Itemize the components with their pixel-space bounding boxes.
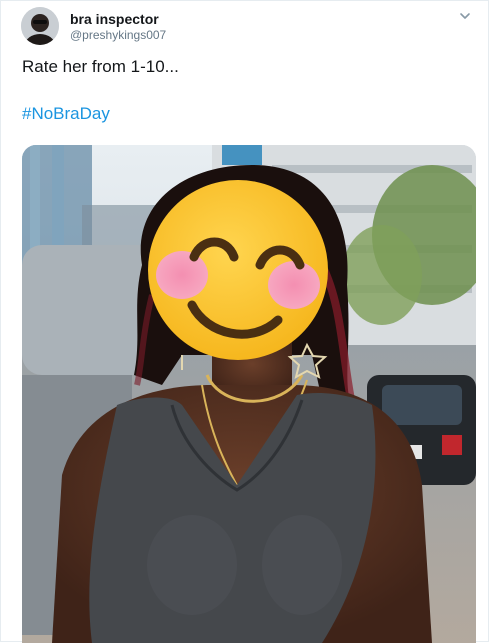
tweet-card[interactable]: bra inspector @preshykings007 Rate her f… [0,0,489,643]
avatar-photo-icon [21,7,59,45]
user-avatar[interactable] [21,7,59,45]
hashtag-link[interactable]: #NoBraDay [22,104,110,124]
photo-image [22,145,476,643]
chevron-down-icon[interactable] [458,9,472,23]
author-handle[interactable]: @preshykings007 [70,28,166,42]
tweet-photo[interactable] [22,145,476,643]
author-name[interactable]: bra inspector [70,11,159,27]
tweet-text: Rate her from 1-10... [22,57,179,76]
